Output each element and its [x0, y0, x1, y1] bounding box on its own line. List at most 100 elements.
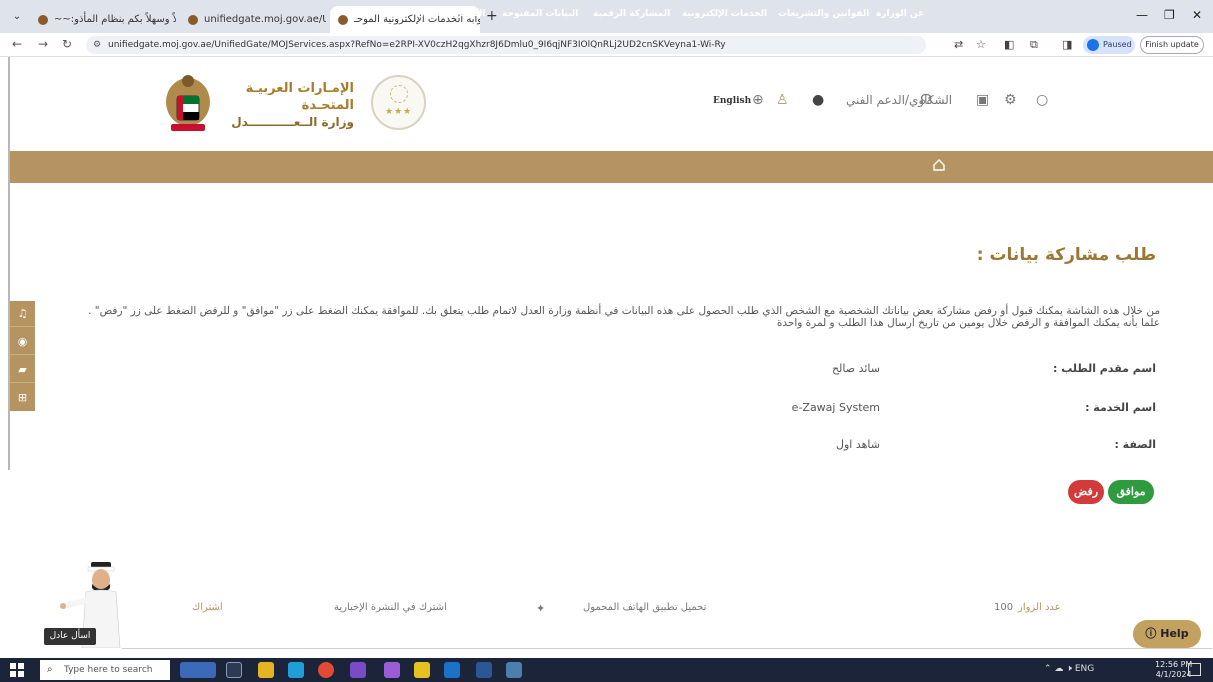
accessibility-side-rail: ♫ ◉ ▰ ⊞: [10, 301, 35, 411]
tray-chevron-icon[interactable]: ⌃: [1044, 664, 1052, 674]
minimize-icon[interactable]: —: [1136, 8, 1148, 22]
restore-icon[interactable]: ❐: [1164, 8, 1175, 22]
role-label: الصفة :: [1114, 438, 1156, 451]
paused-label: Paused: [1103, 40, 1132, 49]
accessibility-settings-icon[interactable]: ⚙: [1004, 92, 1017, 108]
book-icon[interactable]: ▰: [10, 357, 35, 383]
ministry-of-justice-name: وزارة الــعـــــــــــدل: [231, 115, 354, 129]
clock-time: 12:56 PM: [1155, 660, 1193, 669]
search-icon[interactable]: ○: [1036, 92, 1048, 108]
tray-volume-icon[interactable]: 🕨: [1066, 664, 1072, 674]
bookmark-star-icon[interactable]: ☆: [976, 38, 986, 51]
search-icon: ⌕: [47, 664, 53, 675]
taskbar-clock[interactable]: 12:56 PM 4/1/2024: [1155, 660, 1192, 680]
footer-divider: [122, 648, 1212, 649]
language-english-link[interactable]: English: [713, 92, 751, 110]
ministry-name: الإمـارات العربيـة المتحـدة وزارة الــعـ…: [222, 80, 354, 131]
site-favicon-icon: [188, 14, 198, 25]
role-value: شاهد اول: [836, 438, 880, 451]
browser-tab-2[interactable]: unifiedgate.moj.gov.ae/Unified ✕: [180, 6, 326, 33]
user-account-icon[interactable]: ♙: [776, 92, 789, 108]
search-text: Type here to search: [64, 665, 153, 675]
info-icon[interactable]: ●: [812, 92, 824, 108]
visitors-label: عدد الزوار: [1018, 602, 1061, 613]
app-store-icons: ✦: [536, 602, 553, 615]
newsletter-text: اشترك في النشرة الإخبارية: [334, 602, 447, 613]
close-window-icon[interactable]: ✕: [1192, 8, 1202, 22]
nav-media-center[interactable]: المركز الإعلامي: [416, 9, 486, 19]
three-stars-badge-icon: ★★★: [371, 75, 426, 130]
finish-update-button[interactable]: Finish update: [1140, 36, 1204, 54]
address-bar[interactable]: ⚙ unifiedgate.moj.gov.ae/UnifiedGate/MOJ…: [86, 36, 926, 54]
tab-title: ~~:أهلاً وسهلاً بكم بنظام المأذو: [54, 14, 176, 25]
power-bi-icon[interactable]: [414, 662, 430, 678]
taskbar-search-box[interactable]: ⌕ Type here to search: [40, 660, 170, 680]
task-view-icon[interactable]: [226, 662, 242, 678]
word-icon[interactable]: [476, 662, 492, 678]
windows-start-icon[interactable]: [10, 663, 24, 677]
country-name: الإمـارات العربيـة المتحـدة: [245, 81, 354, 113]
weather-widget-icon[interactable]: [180, 662, 216, 678]
tray-network-icon[interactable]: ☁: [1054, 664, 1063, 674]
agree-button[interactable]: موافق: [1108, 480, 1154, 504]
extensions-puzzle-icon[interactable]: ⧉: [1030, 38, 1038, 52]
applicant-name-value: سائد صالح: [831, 362, 880, 375]
reject-button[interactable]: رفض: [1068, 480, 1104, 504]
ask-adel-tooltip[interactable]: اسأل عادل: [44, 628, 96, 645]
request-description: من خلال هذه الشاشة يمكنك قبول أو رفض مشا…: [88, 305, 1160, 329]
profile-avatar-icon: [1087, 39, 1099, 51]
notification-center-icon[interactable]: [1188, 663, 1201, 676]
clock-date: 4/1/2024: [1155, 670, 1192, 679]
mobile-app-download-text: تحميل تطبيق الهاتف المحمول: [583, 602, 707, 613]
nav-e-services[interactable]: الخدمات الإلكترونية: [682, 9, 767, 19]
service-name-label: اسم الخدمة :: [1085, 401, 1156, 414]
system-tray[interactable]: ⌃ ☁ 🕨 ENG: [1044, 664, 1094, 674]
home-icon[interactable]: [932, 158, 946, 172]
nav-about-ministry[interactable]: عن الوزارة: [876, 9, 924, 19]
globe-icon[interactable]: ⊕: [752, 92, 764, 108]
side-panel-icon[interactable]: ◨: [1062, 38, 1072, 51]
nav-laws-legislation[interactable]: القوانين والتشريعات: [778, 9, 869, 19]
browser-toolbar: ← → ↻ ⚙ unifiedgate.moj.gov.ae/UnifiedGa…: [0, 33, 1213, 57]
page-title: طلب مشاركة بيانات :: [976, 245, 1156, 265]
visual-studio-alt-icon[interactable]: [384, 662, 400, 678]
forward-arrow-icon[interactable]: →: [38, 37, 48, 51]
help-circle-icon: ⓘ: [1145, 627, 1157, 640]
sitemap-icon[interactable]: ⊞: [10, 385, 35, 411]
complaints-support-link[interactable]: الشكاوي/الدعم الفني: [846, 93, 952, 107]
site-info-icon[interactable]: ⚙: [93, 36, 101, 54]
pdf-document-icon[interactable]: ▣: [976, 92, 989, 108]
translate-icon[interactable]: ⇄: [954, 38, 963, 51]
file-explorer-icon[interactable]: [258, 662, 274, 678]
extension-icon[interactable]: ◧: [1004, 38, 1014, 51]
nav-digital-participation[interactable]: المشاركة الرقمية: [593, 9, 670, 19]
nav-open-data[interactable]: البيانات المفتوحة: [502, 9, 578, 19]
main-navigation-bar: [10, 151, 1213, 183]
pinned-app-icon[interactable]: [506, 662, 522, 678]
service-name-value: e-Zawaj System: [791, 401, 880, 414]
headset-icon[interactable]: ☊: [920, 92, 932, 108]
back-arrow-icon[interactable]: ←: [12, 37, 22, 51]
help-button[interactable]: ⓘ Help: [1133, 620, 1201, 648]
reload-icon[interactable]: ↻: [62, 37, 72, 51]
site-favicon-icon: [338, 14, 348, 25]
visual-studio-icon[interactable]: [350, 662, 366, 678]
profile-paused-button[interactable]: Paused: [1083, 36, 1135, 54]
tab-title: unifiedgate.moj.gov.ae/Unified: [204, 14, 326, 25]
outlook-icon[interactable]: [444, 662, 460, 678]
subscribe-link[interactable]: اشتراك: [192, 602, 223, 613]
tab-search-chevron-icon[interactable]: ⌄: [8, 8, 26, 26]
site-favicon-icon: [38, 14, 48, 25]
uae-eagle-emblem-icon: [166, 75, 210, 131]
help-label: Help: [1160, 627, 1189, 640]
input-language[interactable]: ENG: [1075, 664, 1094, 674]
eye-icon[interactable]: ◉: [10, 329, 35, 355]
edge-icon[interactable]: [288, 662, 304, 678]
browser-tab-1[interactable]: ~~:أهلاً وسهلاً بكم بنظام المأذو ✕: [30, 6, 176, 33]
windows-taskbar: ⌕ Type here to search ⌃ ☁ 🕨 ENG 12:56 PM…: [0, 658, 1213, 682]
chrome-icon[interactable]: [318, 662, 334, 678]
url-text: unifiedgate.moj.gov.ae/UnifiedGate/MOJSe…: [108, 40, 726, 50]
android-icon[interactable]: ✦: [536, 602, 553, 615]
notification-bell-icon[interactable]: ♫: [10, 301, 35, 327]
new-tab-plus-icon[interactable]: +: [486, 8, 498, 24]
